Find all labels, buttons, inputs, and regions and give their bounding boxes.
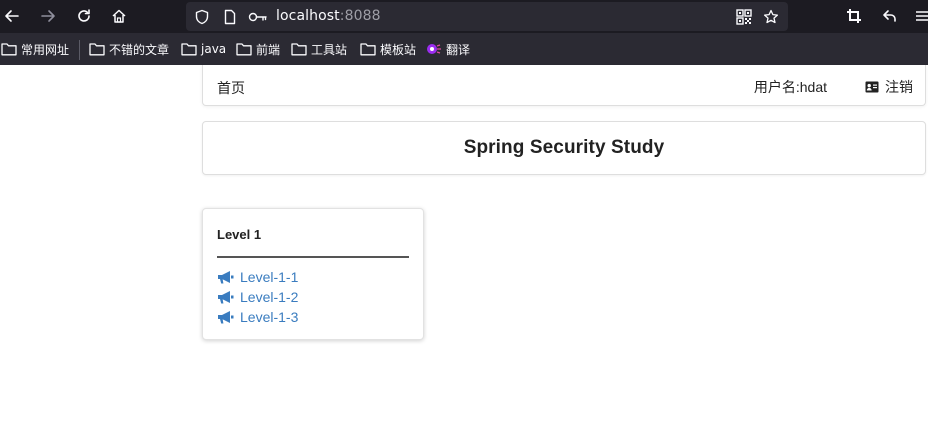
bookmark-folder-common[interactable]: 常用网址 [1, 41, 69, 57]
home-icon[interactable] [107, 4, 131, 28]
bullhorn-icon [218, 271, 234, 284]
bullhorn-icon [218, 311, 234, 324]
link-label: Level-1-2 [240, 289, 299, 305]
back-icon[interactable] [0, 4, 24, 28]
link-label: Level-1-1 [240, 269, 299, 285]
bookmark-folder-java[interactable]: java [181, 41, 226, 57]
folder-icon [89, 43, 105, 56]
folder-icon [181, 43, 197, 56]
title-segment: Spring Security Study [202, 121, 926, 175]
bookmark-label: 翻译 [446, 42, 471, 57]
qr-code-icon[interactable] [736, 9, 752, 25]
folder-icon [236, 43, 252, 56]
bookmark-label: 常用网址 [21, 42, 70, 57]
level-link-1-3[interactable]: Level-1-3 [217, 307, 298, 327]
bookmark-folder-articles[interactable]: 不错的文章 [89, 41, 169, 57]
bookmark-label: 前端 [256, 42, 281, 57]
link-label: Level-1-3 [240, 309, 299, 325]
screenshot-crop-icon[interactable] [842, 4, 866, 28]
address-bar[interactable]: localhost:8088 [186, 2, 788, 31]
folder-icon [360, 43, 376, 56]
page-title: Spring Security Study [463, 137, 665, 158]
star-icon[interactable] [763, 9, 779, 25]
url-host: localhost [276, 8, 340, 24]
folder-icon [291, 43, 307, 56]
forward-icon[interactable] [36, 4, 60, 28]
url-text[interactable]: localhost:8088 [276, 8, 381, 24]
username-label: 用户名:hdat [753, 79, 827, 95]
card-link-list: Level-1-1 Level-1-2 Level-1-3 [217, 267, 298, 327]
bookmark-label: 不错的文章 [109, 42, 170, 57]
id-card-icon [865, 81, 879, 93]
key-icon[interactable] [248, 9, 268, 25]
logout-button[interactable]: 注销 [865, 77, 913, 97]
level-card: Level 1 Level-1-1 Level-1-2 Level-1-3 [202, 208, 424, 340]
bullhorn-icon [218, 291, 234, 304]
translate-icon [427, 44, 441, 54]
bookmarks-separator [79, 40, 80, 60]
bookmark-label: 模板站 [380, 42, 417, 57]
url-port: :8088 [339, 8, 381, 24]
reload-icon[interactable] [72, 4, 96, 28]
home-link[interactable]: 首页 [217, 78, 245, 98]
folder-icon [1, 43, 17, 56]
logout-label: 注销 [885, 79, 913, 95]
bookmark-translate[interactable]: 翻译 [426, 41, 470, 57]
card-title: Level 1 [217, 227, 262, 242]
card-divider [217, 256, 409, 258]
bookmark-label: 工具站 [311, 42, 348, 57]
bookmark-label: java [201, 42, 227, 56]
undo-icon[interactable] [878, 4, 902, 28]
level-link-1-2[interactable]: Level-1-2 [217, 287, 298, 307]
browser-toolbar: localhost:8088 [0, 0, 928, 33]
shield-icon[interactable] [194, 9, 210, 25]
bookmark-folder-templates[interactable]: 模板站 [360, 41, 416, 57]
menu-icon[interactable] [912, 4, 928, 28]
bookmark-folder-tools[interactable]: 工具站 [291, 41, 347, 57]
page-icon[interactable] [222, 9, 238, 25]
bookmark-folder-frontend[interactable]: 前端 [236, 41, 280, 57]
top-menu: 首页 用户名:hdat 注销 [202, 65, 926, 106]
level-link-1-1[interactable]: Level-1-1 [217, 267, 298, 287]
